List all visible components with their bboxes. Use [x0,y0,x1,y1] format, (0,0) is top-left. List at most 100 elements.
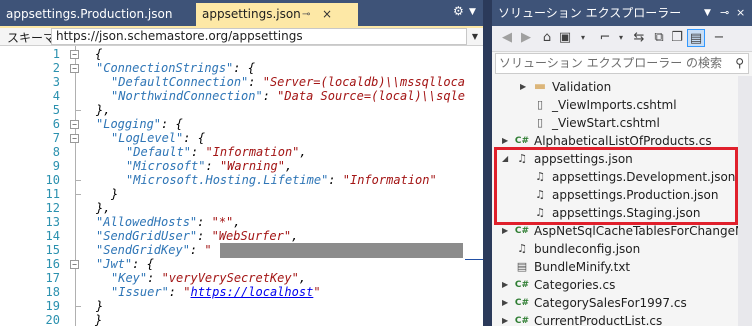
schema-url-field[interactable]: https://json.schemastore.org/appsettings [51,28,467,45]
vertical-scrollbar[interactable] [738,76,752,326]
line-number: 4 [52,89,60,103]
line-number: 5 [52,103,60,117]
code-line: "ConnectionStrings": { [96,61,255,75]
code-line: }, [96,201,111,215]
search-icon[interactable]: ⚲ [735,54,744,73]
sync-icon[interactable]: ⇆ [630,29,648,47]
line-number: 14 [45,229,60,243]
outline-end-mark [75,180,81,181]
expand-arrow-icon[interactable]: ▶ [502,276,512,294]
code-line: "Default": "Information", [126,145,307,159]
switch-views-icon[interactable]: ▣ [556,29,574,47]
panel-title: ソリューション エクスプローラー [498,6,682,20]
line-number: 18 [45,285,60,299]
code-line: "Logging": { [96,117,183,131]
tree-item-bundleconfig[interactable]: ♫ bundleconfig.json [502,240,738,258]
close-icon[interactable]: × [322,3,332,26]
collapse-icon[interactable]: − [70,134,79,143]
tree-item-label: bundleconfig.json [534,242,641,256]
solution-explorer-title-bar: ソリューション エクスプローラー ▼ ⊸ × [492,0,752,26]
tree-item-label: _ViewImports.cshtml [552,98,677,112]
expand-arrow-icon[interactable]: ▶ [502,312,512,326]
tab-label: appsettings.json [202,7,301,21]
line-number: 2 [52,61,60,75]
collapse-icon[interactable]: − [70,64,79,73]
schema-bar: スキーマ: https://json.schemastore.org/appse… [0,28,483,46]
code-line: }, [96,103,111,117]
collapse-icon[interactable]: − [70,260,79,269]
line-number: 11 [45,187,60,201]
code-editor-pane: appsettings.Production.json appsettings.… [0,0,483,326]
line-number: 1 [52,47,60,61]
code-area[interactable]: 1 2 3 4 5 6 7 8 9 10 11 12 13 14 15 16 1… [0,46,483,326]
close-icon[interactable]: × [736,0,745,26]
line-number: 20 [45,313,60,326]
pin-icon[interactable]: ⊸ [720,0,729,26]
code-line: "DefaultConnection": "Server=(localdb)\\… [111,75,466,89]
cshtml-file-icon: ▯ [536,116,544,129]
code-line: "Key": "veryVerySecretKey", [111,271,307,285]
outline-guide [75,46,76,326]
issuer-link[interactable]: https://localhost [190,285,313,299]
tree-item-viewimports[interactable]: ▯ _ViewImports.cshtml [520,96,738,114]
pin-icon[interactable]: ⊸ [302,3,310,26]
folder-icon: ▬ [533,79,547,94]
line-number: 19 [45,299,60,313]
line-number: 7 [52,131,60,145]
tree-item-categories[interactable]: ▶ C# Categories.cs [502,276,738,294]
line-number: 12 [45,201,60,215]
text-file-icon: ▤ [516,260,528,273]
tree-item-categorysalesfor1997[interactable]: ▶ C# CategorySalesFor1997.cs [502,294,738,312]
gear-icon[interactable]: ⚙ [453,4,464,18]
csharp-file-icon: C# [514,316,530,326]
collapse-icon[interactable]: − [70,120,79,129]
chevron-down-icon[interactable]: ▾ [612,29,630,47]
csharp-file-icon: C# [514,298,530,308]
tree-item-currentproductlist[interactable]: ▶ C# CurrentProductList.cs [502,312,738,326]
json-file-icon: ♫ [517,242,527,255]
outline-end-mark [75,110,81,111]
csharp-file-icon: C# [514,280,530,290]
tree-item-viewstart[interactable]: ▯ _ViewStart.cshtml [520,114,738,132]
line-number: 9 [52,159,60,173]
code-line: } [96,299,104,313]
tree-item-bundleminify[interactable]: ▤ BundleMinify.txt [502,258,738,276]
chevron-down-icon[interactable]: ▼ [469,7,476,17]
chevron-down-icon[interactable]: ▼ [704,0,711,26]
preview-selected-icon[interactable]: ▤ [687,29,705,47]
tree-item-validation[interactable]: ▶ ▬ Validation [520,78,738,96]
code-line: "Microsoft": "Warning", [126,159,293,173]
line-number: 10 [45,173,60,187]
collapse-all-icon[interactable]: ⧉ [650,29,668,47]
line-number: 8 [52,145,60,159]
solution-search-input[interactable]: ソリューション エクスプローラー の検索 (Ctrl+;) ⚲ [495,53,749,89]
pane-splitter[interactable] [483,0,492,326]
wrench-icon[interactable]: − [710,29,728,47]
code-line: { [95,47,103,61]
tree-item-label: BundleMinify.txt [534,260,631,274]
home-icon[interactable]: ⌂ [538,29,556,47]
code-line: "SendGridUser": "WebSurfer", [96,229,299,243]
code-line: "Microsoft.Hosting.Lifetime": "Informati… [126,173,437,187]
tab-appsettings-production[interactable]: appsettings.Production.json [0,3,196,26]
chevron-down-icon[interactable]: ▼ [467,28,483,45]
redacted-value [220,243,463,258]
expand-arrow-icon[interactable]: ▶ [502,294,512,312]
document-tab-bar: appsettings.Production.json appsettings.… [0,0,483,26]
back-icon[interactable]: ◀ [498,29,516,47]
collapse-icon[interactable]: − [70,50,79,59]
forward-icon[interactable]: ▶ [517,29,535,47]
line-number: 6 [52,117,60,131]
tree-item-label: _ViewStart.cshtml [552,116,660,130]
chevron-down-icon[interactable]: ▾ [574,29,592,47]
code-line: } [95,313,103,326]
cshtml-file-icon: ▯ [536,98,544,111]
code-line: } [111,187,119,201]
expand-arrow-icon[interactable]: ▶ [520,78,530,96]
line-number: 13 [45,215,60,229]
tab-label: appsettings.Production.json [6,7,173,21]
code-line: "Jwt": { [96,257,154,271]
code-line: "LogLevel": { [111,131,205,145]
tab-appsettings[interactable]: appsettings.json ⊸ × [196,3,358,26]
show-all-files-icon[interactable]: ❐ [668,29,686,47]
